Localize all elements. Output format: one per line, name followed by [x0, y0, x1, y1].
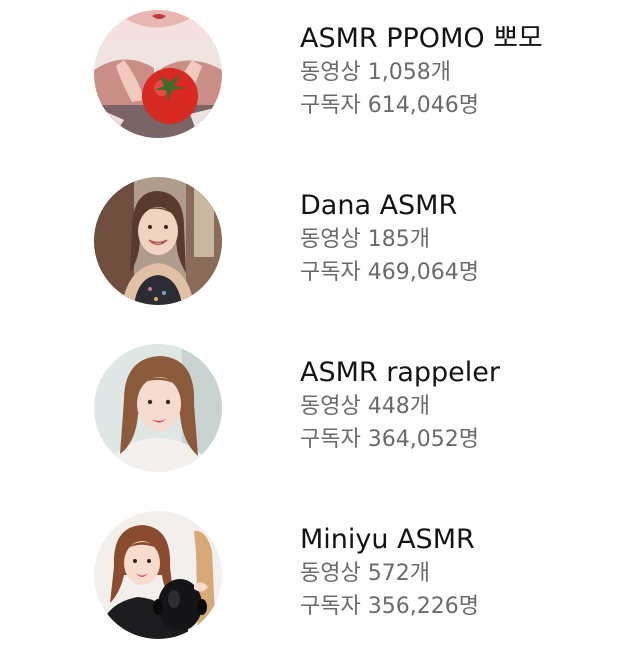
channel-row-miniyu[interactable]: Miniyu ASMR 동영상 572개 구독자 356,226명: [0, 511, 640, 647]
woman-portrait-avatar[interactable]: [94, 344, 222, 472]
woman-with-binaural-mic-image: [94, 511, 222, 639]
woman-with-binaural-mic-avatar[interactable]: [94, 511, 222, 639]
channel-info: ASMR PPOMO 뽀모 동영상 1,058개 구독자 614,046명: [300, 22, 630, 122]
video-count-value: 572개: [367, 561, 430, 586]
subscriber-count-value: 614,046명: [367, 93, 479, 118]
subscriber-count-label: 구독자: [300, 260, 361, 285]
channel-row-rappeler[interactable]: ASMR rappeler 동영상 448개 구독자 364,052명: [0, 344, 640, 480]
woman-portrait-image: [94, 344, 222, 472]
subscriber-count-value: 469,064명: [367, 260, 479, 285]
video-count-value: 1,058개: [367, 60, 451, 85]
channel-name[interactable]: Dana ASMR: [300, 189, 630, 223]
subscriber-count-label: 구독자: [300, 93, 361, 118]
tomato-hands-avatar[interactable]: [94, 10, 222, 138]
video-count: 동영상 572개: [300, 557, 630, 590]
channel-info: ASMR rappeler 동영상 448개 구독자 364,052명: [300, 356, 630, 456]
channel-name[interactable]: ASMR PPOMO 뽀모: [300, 22, 630, 56]
channel-list: ASMR PPOMO 뽀모 동영상 1,058개 구독자 614,046명 Da…: [0, 0, 640, 647]
video-count: 동영상 185개: [300, 223, 630, 256]
subscriber-count: 구독자 356,226명: [300, 590, 630, 623]
channel-info: Dana ASMR 동영상 185개 구독자 469,064명: [300, 189, 630, 289]
channel-info: Miniyu ASMR 동영상 572개 구독자 356,226명: [300, 523, 630, 623]
tomato-hands-image: [94, 10, 222, 138]
channel-name[interactable]: ASMR rappeler: [300, 356, 630, 390]
video-count: 동영상 448개: [300, 390, 630, 423]
channel-row-ppomo[interactable]: ASMR PPOMO 뽀모 동영상 1,058개 구독자 614,046명: [0, 10, 640, 146]
subscriber-count-value: 364,052명: [367, 427, 479, 452]
subscriber-count: 구독자 614,046명: [300, 89, 630, 122]
subscriber-count: 구독자 469,064명: [300, 256, 630, 289]
subscriber-count-label: 구독자: [300, 594, 361, 619]
video-count-label: 동영상: [300, 60, 361, 85]
video-count-value: 185개: [367, 227, 430, 252]
video-count: 동영상 1,058개: [300, 56, 630, 89]
video-count-label: 동영상: [300, 561, 361, 586]
video-count-value: 448개: [367, 394, 430, 419]
subscriber-count: 구독자 364,052명: [300, 423, 630, 456]
video-count-label: 동영상: [300, 227, 361, 252]
channel-name[interactable]: Miniyu ASMR: [300, 523, 630, 557]
channel-row-dana[interactable]: Dana ASMR 동영상 185개 구독자 469,064명: [0, 177, 640, 313]
subscriber-count-label: 구독자: [300, 427, 361, 452]
video-count-label: 동영상: [300, 394, 361, 419]
smiling-woman-image: [94, 177, 222, 305]
subscriber-count-value: 356,226명: [367, 594, 479, 619]
smiling-woman-avatar[interactable]: [94, 177, 222, 305]
